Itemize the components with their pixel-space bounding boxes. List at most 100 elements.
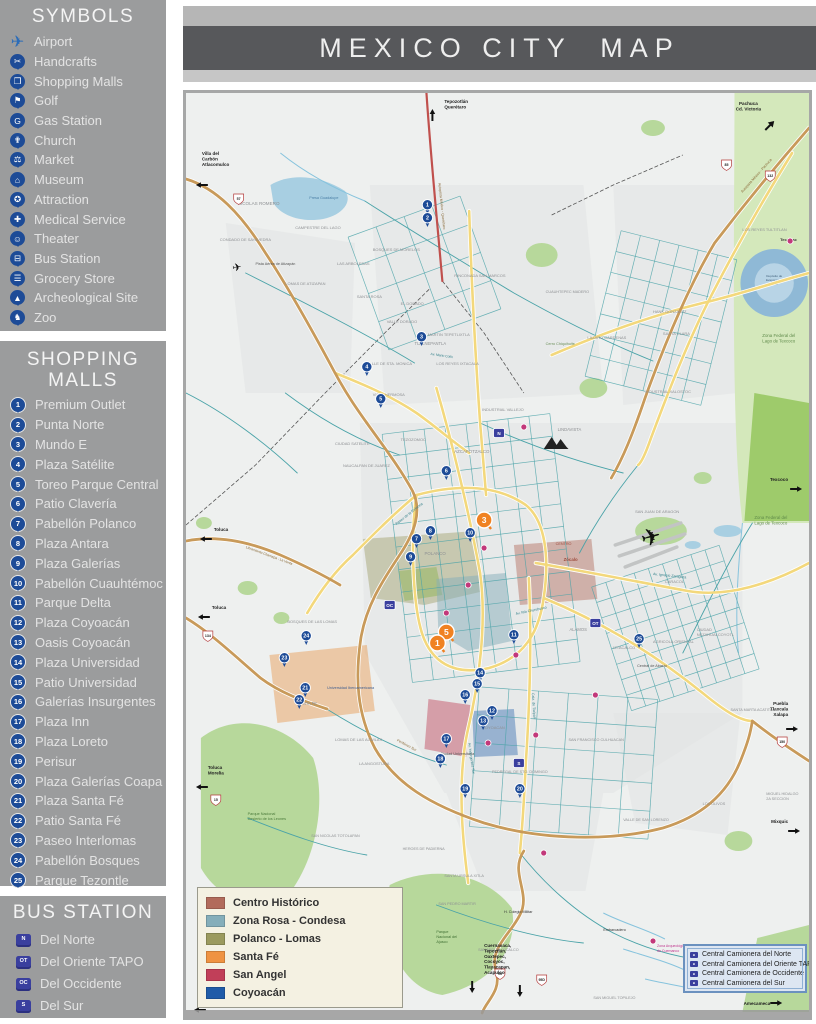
mall-item: 18Plaza Loreto [0,732,166,752]
symbol-label: Gas Station [34,113,102,128]
symbol-item: ▲Archeological Site [0,288,166,308]
map-label: SANTA CLARA [663,331,690,336]
mall-item: 6Patio Clavería [0,494,166,514]
bus-terminal-marker[interactable]: S [513,759,524,768]
orange-marker[interactable]: 1 [429,635,445,652]
mall-number-badge: 21 [10,793,26,809]
map-label: AZCAPOTZALCO [454,449,490,454]
map-label: INDUSTRIAL VALLEJO [482,407,524,412]
mall-number-badge: 16 [10,694,26,710]
mall-label: Parque Delta [35,595,111,610]
bus-station-item: OTDel Oriente TAPO [0,950,166,972]
symbol-label: Bus Station [34,251,101,266]
symbol-item: ✟Church [0,130,166,150]
bus-terminal-icon: B [690,971,698,977]
bus-station-list: NDel NorteOTDel Oriente TAPOOCDel Occide… [0,928,166,1016]
symbol-label: Shopping Malls [34,74,123,89]
symbol-item: ☺Theater [0,229,166,249]
district-legend-row: Centro Histórico [206,894,394,912]
mall-item: 9Plaza Galerías [0,553,166,573]
bus-terminal-marker[interactable]: OC [384,601,395,610]
shopping-malls-panel: SHOPPING MALLS 1Premium Outlet2Punta Nor… [0,341,166,886]
mall-item: 16Galerías Insurgentes [0,692,166,712]
mall-number-badge: 14 [10,654,26,670]
svg-text:21: 21 [302,686,308,692]
page: SYMBOLS ✈Airport✂Handcrafts❒Shopping Mal… [0,0,816,1024]
mall-label: Pabellón Bosques [35,853,140,868]
map-label: LOS OLIVOS [703,802,726,806]
map-label: RINCONADA SAN MARCOS [454,273,506,278]
svg-text:18: 18 [437,757,443,763]
mall-number-badge: 6 [10,496,26,512]
svg-text:2: 2 [426,216,429,222]
district-color-swatch [206,933,225,945]
mall-item: 8Plaza Antara [0,534,166,554]
svg-text:Amecameca: Amecameca [744,1001,771,1006]
symbol-item: ✪Attraction [0,190,166,210]
park [744,393,809,521]
bus-station-panel: BUS STATION NDel NorteOTDel Oriente TAPO… [0,896,166,1018]
bus-terminal-row: BCentral Camionera de Occidente [690,969,801,979]
mall-item: 4Plaza Satélite [0,454,166,474]
market-icon: ⚖ [10,152,25,167]
header-strip-top [183,6,816,26]
mall-number-badge: 1 [10,397,26,413]
svg-text:7: 7 [415,537,418,543]
mall-number-badge: 15 [10,674,26,690]
bus-terminal-icon: B [690,961,698,967]
sidebar: SYMBOLS ✈Airport✂Handcrafts❒Shopping Mal… [0,0,166,1024]
mall-label: Perisur [35,754,76,769]
bus-station-item: SDel Sur [0,994,166,1016]
map-label: LAS ARBOLEDAS [337,261,370,266]
map-label: LOMAS DE ATIZAPAN [285,281,325,286]
district-legend-label: Zona Rosa - Condesa [233,915,345,927]
map-canvas[interactable]: Depósito deEvaporaciónSolar✈✈NICOLAS ROM… [186,93,809,1017]
park [694,472,712,484]
map-label: SAN NICOLAS TOTOLAPAN [311,834,360,838]
map-label: Central de Abasto [637,664,667,668]
district-legend-label: Centro Histórico [233,897,319,909]
map-label: NICOLAS ROMERO [238,201,280,206]
poi-dot [592,692,598,698]
header-strip-bottom [183,70,816,82]
svg-text:1: 1 [435,638,440,648]
map-label: LINDAVISTA [558,427,582,432]
bus-icon: OT [16,956,31,967]
poi-dot [541,850,547,856]
poi-dot [481,545,487,551]
map-label: H. Colegio Militar [504,910,533,914]
map-label: SANTA ROSA [357,294,382,299]
bus-terminal-row: BCentral Camionera del Norte [690,950,801,960]
bus-terminal-icon: B [690,952,698,958]
svg-text:3: 3 [482,515,487,525]
mall-item: 23Paseo Interlomas [0,831,166,851]
bus-terminal-marker[interactable]: N [494,429,505,438]
orange-marker[interactable]: 3 [476,512,492,529]
svg-text:132: 132 [767,174,773,178]
symbol-item: ❒Shopping Malls [0,71,166,91]
lake [685,541,701,549]
poi-dot [465,582,471,588]
mall-item: 24Pabellón Bosques [0,850,166,870]
airport-icon: ✈ [10,32,25,52]
mall-number-badge: 17 [10,714,26,730]
park [526,243,558,267]
park [641,120,665,136]
bus-icon: N [16,934,31,945]
grocery-store-icon: ☰ [10,271,25,286]
mall-item: 14Plaza Universidad [0,652,166,672]
svg-text:S: S [517,761,520,766]
map-frame: Depósito deEvaporaciónSolar✈✈NICOLAS ROM… [183,90,812,1020]
urban-area [226,223,355,393]
svg-text:12: 12 [489,709,495,715]
bus-terminal-marker[interactable]: OT [590,619,601,628]
district-legend-label: Coyoacán [233,987,286,999]
mall-number-badge: 19 [10,753,26,769]
bus-station-item: OCDel Occidente [0,972,166,994]
map-bottom-bar [186,1010,809,1017]
district-legend-label: Polanco - Lomas [233,933,321,945]
svg-text:22: 22 [296,698,302,704]
svg-text:13: 13 [480,719,486,725]
district-color-swatch [206,897,225,909]
bus-terminal-row: BCentral Camionera del Oriente TAPO [690,960,801,970]
